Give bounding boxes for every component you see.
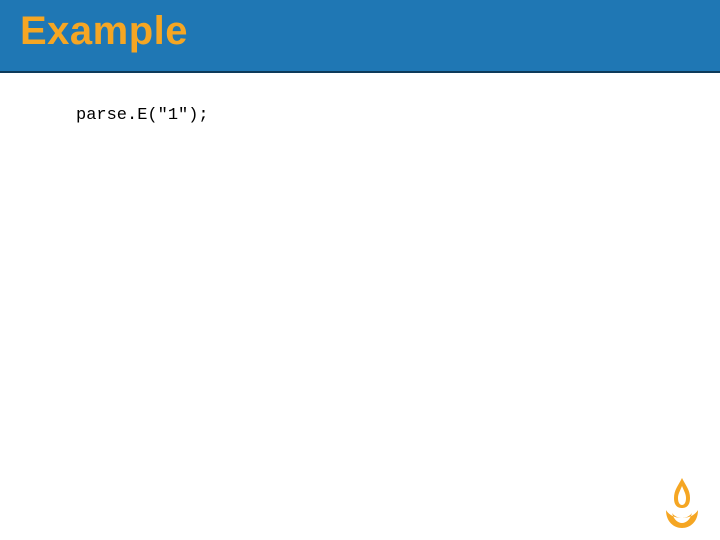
slide-title: Example: [20, 9, 188, 54]
flame-logo-icon: [660, 476, 704, 530]
title-band: Example: [0, 0, 720, 73]
slide: Example parse.E("1");: [0, 0, 720, 540]
flame-icon: [666, 478, 698, 528]
code-content: parse.E("1");: [76, 106, 680, 125]
